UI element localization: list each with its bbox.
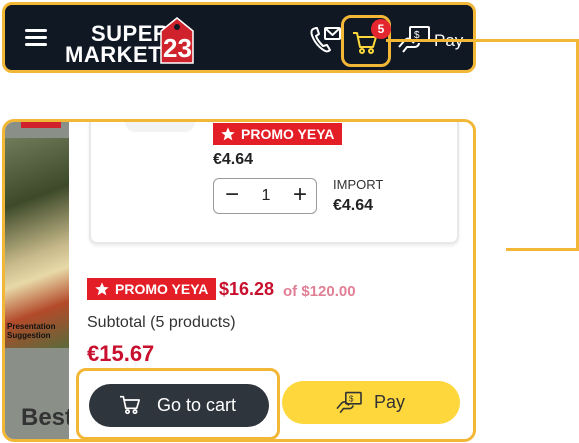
item-unit-price: €4.64 bbox=[213, 151, 254, 168]
item-promo-badge: PROMO YEYA bbox=[213, 123, 343, 145]
pay-button[interactable]: $ Pay bbox=[282, 381, 460, 424]
increase-quantity-button[interactable]: + bbox=[288, 183, 312, 209]
logo-number: 23 bbox=[163, 33, 192, 63]
go-to-cart-label: Go to cart bbox=[157, 395, 237, 415]
background-caption-line2: Suggestion bbox=[7, 331, 51, 340]
cart-button[interactable]: 5 bbox=[341, 15, 391, 67]
star-icon bbox=[221, 127, 235, 141]
callout-line bbox=[506, 248, 579, 251]
subtotal-label: Subtotal (5 products) bbox=[87, 314, 236, 331]
pay-button-label: Pay bbox=[374, 392, 406, 412]
screen: SUPER MARKET 23 5 $ Presentation Suggest… bbox=[0, 0, 579, 443]
import-label: IMPORT bbox=[333, 177, 384, 192]
background-caption: Presentation Suggestion bbox=[7, 322, 55, 340]
background-heading: Best bbox=[21, 404, 74, 431]
import-value: €4.64 bbox=[333, 197, 374, 214]
phone-envelope-icon[interactable] bbox=[308, 25, 342, 55]
supermarket-logo[interactable]: SUPER MARKET 23 bbox=[63, 15, 203, 67]
shopping-cart-icon bbox=[120, 395, 141, 415]
star-icon bbox=[95, 282, 109, 296]
logo-price-tag: 23 bbox=[159, 17, 195, 65]
callout-line bbox=[386, 39, 579, 42]
cart-panel: Presentation Suggestion Best PROMO YEYA … bbox=[2, 119, 476, 442]
summary-promo-badge: PROMO YEYA bbox=[87, 278, 217, 300]
logo-word-market: MARKET bbox=[65, 42, 163, 67]
background-page: Presentation Suggestion Best bbox=[5, 122, 73, 439]
background-food-image bbox=[5, 138, 69, 348]
decrease-quantity-button[interactable]: − bbox=[220, 183, 244, 209]
summary-promo-price: $16.28 bbox=[219, 279, 275, 299]
cart-sheet: PROMO YEYA €4.64 − 1 + IMPORT €4.64 PROM… bbox=[69, 122, 473, 439]
cart-item-card: PROMO YEYA €4.64 − 1 + IMPORT €4.64 bbox=[89, 122, 459, 244]
go-to-cart-highlight: Go to cart bbox=[76, 368, 280, 439]
subtotal-value: €15.67 bbox=[87, 341, 155, 366]
item-promo-label: PROMO YEYA bbox=[241, 126, 335, 142]
quantity-stepper: − 1 + bbox=[213, 178, 317, 214]
quantity-value[interactable]: 1 bbox=[250, 187, 282, 205]
summary-promo-label: PROMO YEYA bbox=[115, 281, 209, 297]
summary-promo-of: of $120.00 bbox=[283, 283, 356, 300]
top-header: SUPER MARKET 23 5 $ bbox=[2, 2, 476, 73]
go-to-cart-button[interactable]: Go to cart bbox=[89, 384, 269, 427]
product-thumbnail bbox=[125, 122, 195, 132]
hamburger-menu-icon[interactable] bbox=[25, 29, 47, 47]
background-caption-line1: Presentation bbox=[7, 322, 56, 331]
background-banner-strip bbox=[21, 122, 61, 128]
svg-text:$: $ bbox=[349, 394, 354, 403]
cart-count-badge: 5 bbox=[371, 19, 391, 39]
hand-money-icon: $ bbox=[336, 391, 362, 414]
